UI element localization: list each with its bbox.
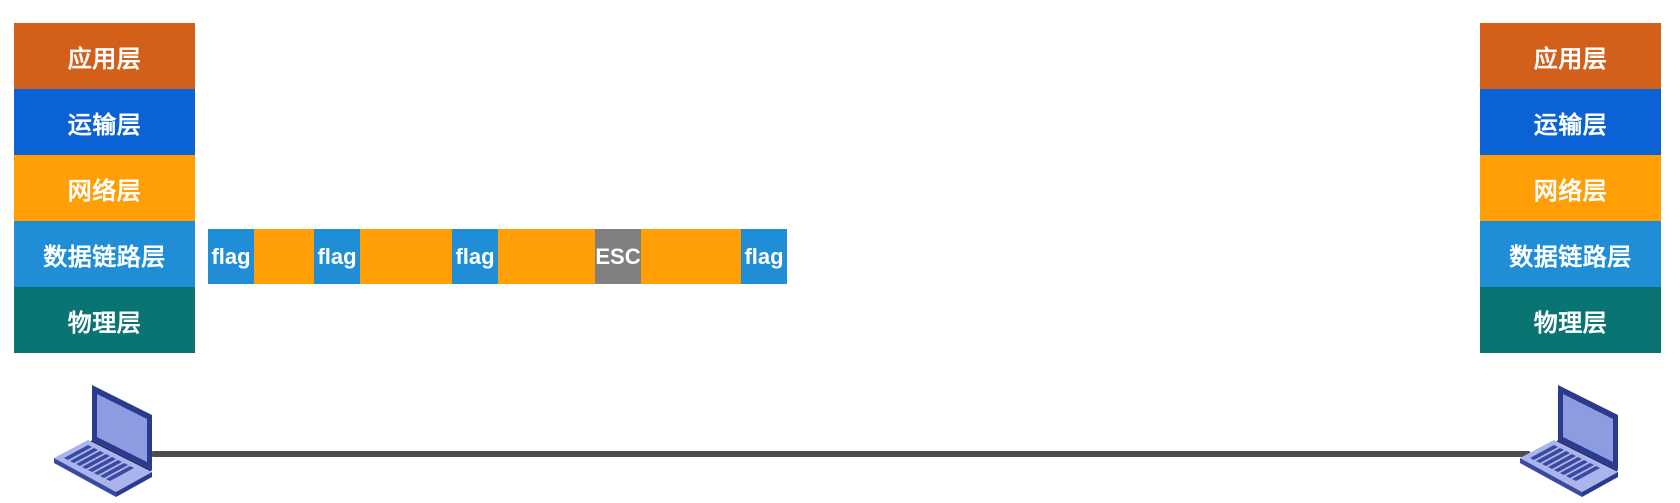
layer-transport: 运输层 bbox=[14, 89, 195, 155]
layer-transport: 运输层 bbox=[1480, 89, 1661, 155]
frame-data-segment bbox=[360, 229, 452, 284]
layer-network: 网络层 bbox=[14, 155, 195, 221]
layer-application: 应用层 bbox=[14, 23, 195, 89]
physical-link-line bbox=[152, 451, 1530, 457]
frame-esc-byte: ESC bbox=[595, 229, 641, 284]
layer-physical: 物理层 bbox=[1480, 287, 1661, 353]
layer-physical: 物理层 bbox=[14, 287, 195, 353]
frame-data-segment bbox=[498, 229, 595, 284]
frame-data-segment bbox=[254, 229, 314, 284]
laptop-icon bbox=[54, 385, 152, 497]
frame-flag-stuffed: flag bbox=[314, 229, 360, 284]
layer-data-link: 数据链路层 bbox=[1480, 221, 1661, 287]
frame-flag-end: flag bbox=[741, 229, 787, 284]
data-link-frame: flag flag flag ESC flag bbox=[208, 229, 787, 284]
left-protocol-stack: 应用层 运输层 网络层 数据链路层 物理层 bbox=[14, 23, 195, 353]
laptop-icon bbox=[1520, 385, 1618, 497]
frame-flag-stuffed: flag bbox=[452, 229, 498, 284]
right-protocol-stack: 应用层 运输层 网络层 数据链路层 物理层 bbox=[1480, 23, 1661, 353]
layer-network: 网络层 bbox=[1480, 155, 1661, 221]
frame-flag-start: flag bbox=[208, 229, 254, 284]
frame-data-segment bbox=[641, 229, 741, 284]
layer-data-link: 数据链路层 bbox=[14, 221, 195, 287]
layer-application: 应用层 bbox=[1480, 23, 1661, 89]
